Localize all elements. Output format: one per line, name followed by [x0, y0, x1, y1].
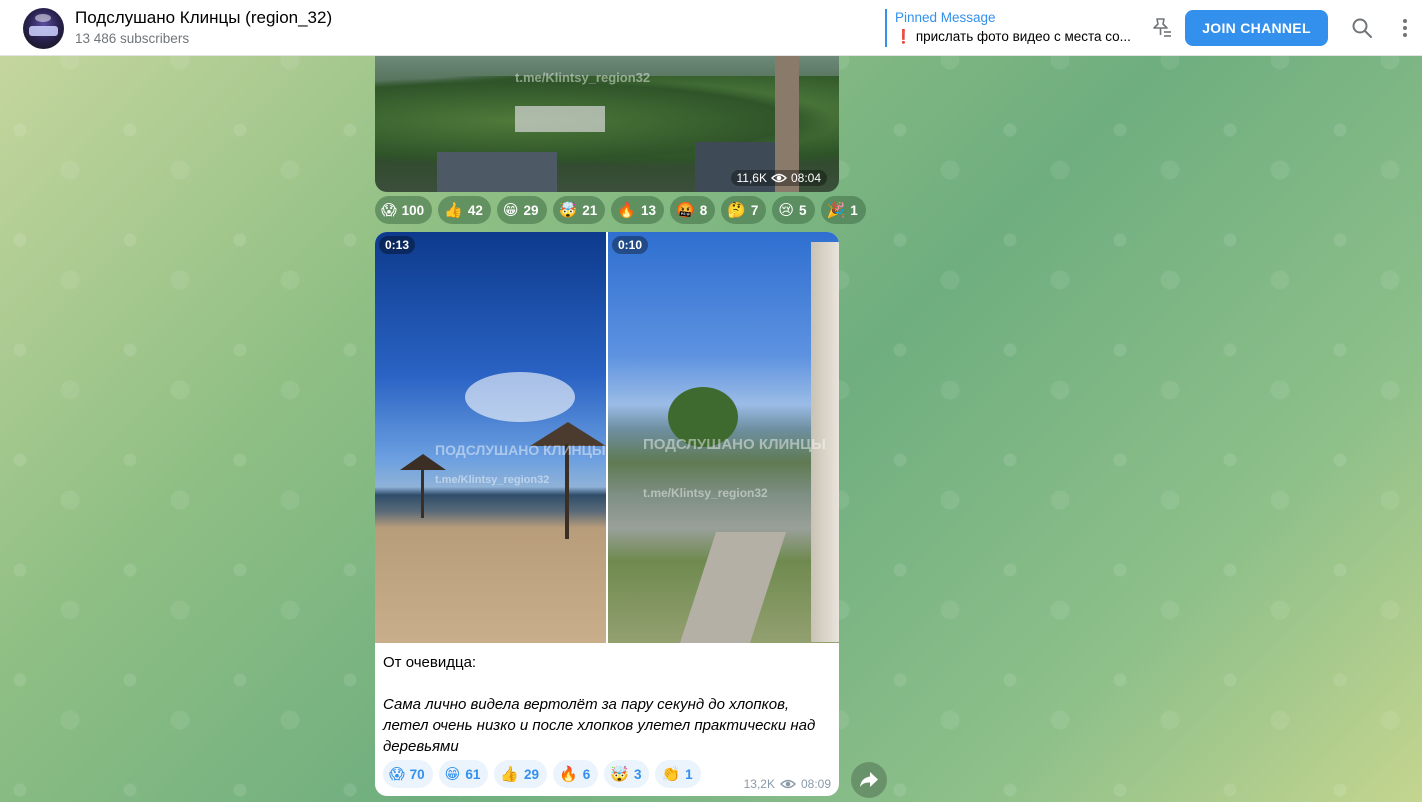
message-caption: От очевидца: Сама лично видела вертолёт … — [383, 652, 823, 757]
more-vertical-icon[interactable] — [1395, 16, 1415, 40]
video-watermark-link: t.me/Klintsy_region32 — [643, 486, 768, 500]
search-icon[interactable] — [1350, 16, 1374, 40]
channel-avatar[interactable] — [23, 8, 64, 49]
reaction-count: 21 — [582, 202, 598, 218]
join-channel-button[interactable]: JOIN CHANNEL — [1185, 10, 1328, 46]
video-cloud — [465, 372, 575, 422]
reaction-count: 1 — [685, 766, 693, 782]
avatar-logo — [29, 26, 58, 36]
message-time: 08:09 — [800, 777, 831, 791]
reaction-count: 3 — [633, 766, 642, 782]
reaction-count: 29 — [524, 766, 540, 782]
video-watermark-link: t.me/Klintsy_region32 — [435, 474, 550, 486]
video-road — [679, 532, 787, 643]
view-count: 11,6K — [736, 171, 767, 185]
reaction-chip[interactable]: 😱 70 — [383, 760, 433, 788]
reaction-chip[interactable]: 🎉 1 — [820, 196, 866, 224]
reaction-chip[interactable]: 👏 1 — [655, 760, 701, 788]
video-watermark: ПОДСЛУШАНО КЛИНЦЫ — [643, 436, 826, 453]
eye-icon — [779, 779, 796, 789]
video-thumbnail-street[interactable]: 0:10 ПОДСЛУШАНО КЛИНЦЫ t.me/Klintsy_regi… — [608, 232, 839, 643]
channel-title[interactable]: Подслушано Клинцы (region_32) — [75, 8, 332, 28]
chat-header: Подслушано Клинцы (region_32) 13 486 sub… — [0, 0, 1422, 56]
reaction-count: 5 — [799, 202, 807, 218]
reaction-emoji: 😱 — [381, 200, 397, 219]
reaction-count: 61 — [465, 766, 481, 782]
reaction-count: 29 — [523, 202, 539, 218]
reaction-chip[interactable]: 🤔 7 — [721, 196, 767, 224]
reaction-count: 70 — [409, 766, 425, 782]
message-meta: 13,2K 08:09 — [744, 777, 831, 791]
exclamation-icon: ❗ — [895, 29, 912, 44]
video-duration: 0:13 — [379, 236, 416, 254]
reaction-count: 8 — [699, 202, 708, 218]
video-umbrella-pole — [421, 468, 424, 518]
reaction-chip[interactable]: 👍 42 — [438, 196, 491, 224]
message-album: 0:13 ПОДСЛУШАНО КЛИНЦЫ t.me/Klintsy_regi… — [375, 232, 839, 796]
reaction-emoji: 👍 — [500, 764, 520, 783]
pinned-message[interactable]: Pinned Message ❗ прислать фото видео с ме… — [885, 9, 1145, 47]
message-photo-1[interactable]: t.me/Klintsy_region32 11,6K 08:04 — [375, 56, 839, 192]
reaction-count: 100 — [401, 202, 425, 218]
video-watermark: ПОДСЛУШАНО КЛИНЦЫ — [435, 442, 606, 458]
reaction-emoji: 🤬 — [676, 200, 695, 219]
pinned-text: ❗ прислать фото видео с места со... — [895, 27, 1140, 46]
reaction-emoji: 🔥 — [617, 200, 636, 219]
reaction-count: 42 — [467, 202, 483, 218]
reaction-chip[interactable]: 🤯 21 — [552, 196, 606, 224]
forward-icon — [860, 772, 878, 787]
subscriber-count: 13 486 subscribers — [75, 31, 190, 46]
reaction-chip[interactable]: 🔥 6 — [553, 760, 599, 788]
eye-icon — [770, 173, 787, 183]
reaction-emoji: 👍 — [444, 200, 463, 219]
reaction-emoji: 😱 — [389, 764, 405, 783]
reaction-count: 6 — [582, 766, 591, 782]
video-umbrella-pole — [565, 444, 569, 539]
video-duration: 0:10 — [612, 236, 649, 254]
pin-list-icon[interactable] — [1148, 15, 1174, 41]
reaction-emoji: 🎉 — [826, 200, 846, 219]
message-time: 08:04 — [790, 171, 821, 185]
reaction-chip[interactable]: 👍 29 — [494, 760, 548, 788]
reaction-emoji: 🤯 — [558, 200, 578, 219]
reaction-emoji: 🤯 — [610, 764, 629, 783]
reaction-emoji: 😁 — [502, 200, 519, 219]
reaction-chip[interactable]: 😢 5 — [772, 196, 815, 224]
forward-button[interactable] — [851, 762, 887, 798]
reaction-count: 1 — [850, 202, 858, 218]
reaction-chip[interactable]: 🔥 13 — [611, 196, 664, 224]
video-thumbnail-beach[interactable]: 0:13 ПОДСЛУШАНО КЛИНЦЫ t.me/Klintsy_regi… — [375, 232, 606, 643]
pinned-text-content: прислать фото видео с места со... — [915, 29, 1131, 44]
reaction-emoji: 🤔 — [727, 200, 746, 219]
reactions-bar: 😱 70 😁 61 👍 29 🔥 6 🤯 3 👏 1 — [383, 760, 701, 788]
caption-intro: От очевидца: — [383, 654, 477, 671]
reaction-count: 7 — [750, 202, 759, 218]
reactions-bar: 😱 100 👍 42 😁 29 🤯 21 🔥 13 🤬 8 🤔 7 😢 5 🎉 1 — [375, 196, 866, 224]
avatar-glow — [35, 14, 51, 22]
reaction-emoji: 😢 — [778, 200, 795, 219]
reaction-chip[interactable]: 😱 100 — [375, 196, 433, 224]
reaction-emoji: 🔥 — [559, 764, 578, 783]
reaction-emoji: 👏 — [661, 764, 681, 783]
reaction-count: 13 — [640, 202, 656, 218]
photo-watermark: t.me/Klintsy_region32 — [515, 70, 651, 85]
photo-roof — [515, 106, 605, 132]
reaction-chip[interactable]: 😁 61 — [438, 760, 489, 788]
photo-house — [437, 152, 557, 192]
reaction-chip[interactable]: 🤯 3 — [604, 760, 650, 788]
reaction-emoji: 😁 — [444, 764, 461, 783]
reaction-chip[interactable]: 🤬 8 — [670, 196, 716, 224]
view-count: 13,2K — [743, 777, 775, 791]
caption-quote: Сама лично видела вертолёт за пару секун… — [383, 696, 816, 755]
reaction-chip[interactable]: 😁 29 — [496, 196, 547, 224]
message-meta: 11,6K 08:04 — [730, 170, 827, 186]
pinned-label: Pinned Message — [895, 10, 996, 25]
